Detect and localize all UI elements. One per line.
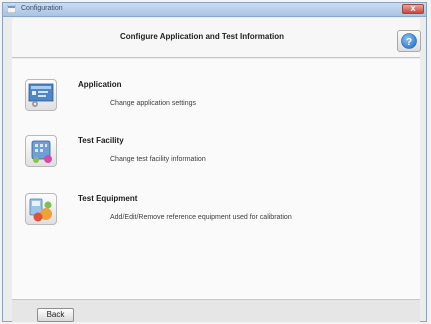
- item-title: Test Equipment: [78, 194, 138, 203]
- item-description: Change test facility information: [110, 156, 206, 163]
- window-titlebar[interactable]: Configuration x: [3, 3, 426, 17]
- help-icon: ?: [401, 33, 417, 49]
- header-panel: Configure Application and Test Informati…: [12, 18, 421, 58]
- list-item-application[interactable]: Application Change application settings: [12, 71, 412, 123]
- svg-text:?: ?: [406, 37, 412, 48]
- test-facility-icon: [25, 135, 57, 167]
- app-icon: [7, 5, 16, 13]
- close-icon: x: [410, 3, 416, 13]
- back-button[interactable]: Back: [37, 308, 74, 322]
- configuration-window: Configuration x Configure Application an…: [2, 2, 427, 322]
- application-settings-icon: [25, 79, 57, 111]
- list-item-test-facility[interactable]: Test Facility Change test facility infor…: [12, 127, 412, 179]
- test-equipment-icon: [25, 193, 57, 225]
- item-description: Change application settings: [110, 100, 197, 107]
- item-description: Add/Edit/Remove reference equipment used…: [110, 214, 292, 221]
- help-button[interactable]: ?: [397, 30, 421, 52]
- page-title: Configure Application and Test Informati…: [120, 32, 284, 41]
- list-item-test-equipment[interactable]: Test Equipment Add/Edit/Remove reference…: [12, 183, 412, 235]
- window-title: Configuration: [21, 5, 63, 12]
- window-close-button[interactable]: x: [402, 3, 424, 14]
- footer-bar: Back: [12, 299, 420, 322]
- item-title: Application: [78, 80, 122, 89]
- options-list: Application Change application settings …: [12, 59, 420, 299]
- item-title: Test Facility: [78, 136, 124, 145]
